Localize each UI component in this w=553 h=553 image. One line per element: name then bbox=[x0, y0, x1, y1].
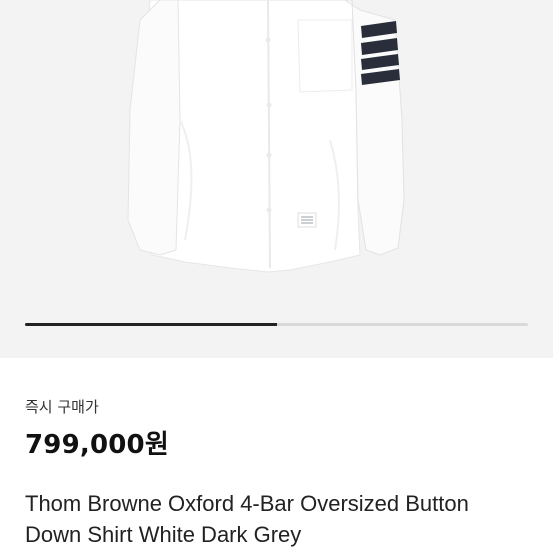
product-title: Thom Browne Oxford 4-Bar Oversized Butto… bbox=[25, 491, 469, 547]
shirt-button bbox=[266, 207, 272, 213]
gallery-progress-bar bbox=[25, 323, 528, 326]
shirt-left-sleeve bbox=[127, 0, 181, 256]
product-info: 즉시 구매가 799,000원 Thom Browne Oxford 4-Bar… bbox=[0, 358, 553, 553]
gallery-progress-fill bbox=[25, 323, 277, 326]
price-value: 799,000원 bbox=[25, 430, 169, 460]
product-image[interactable] bbox=[0, 0, 553, 300]
shirt-button bbox=[266, 102, 272, 108]
price-label: 즉시 구매가 bbox=[25, 398, 99, 416]
shirt-button bbox=[265, 37, 271, 43]
product-image-gallery[interactable] bbox=[0, 0, 553, 358]
shirt-button bbox=[266, 152, 272, 158]
